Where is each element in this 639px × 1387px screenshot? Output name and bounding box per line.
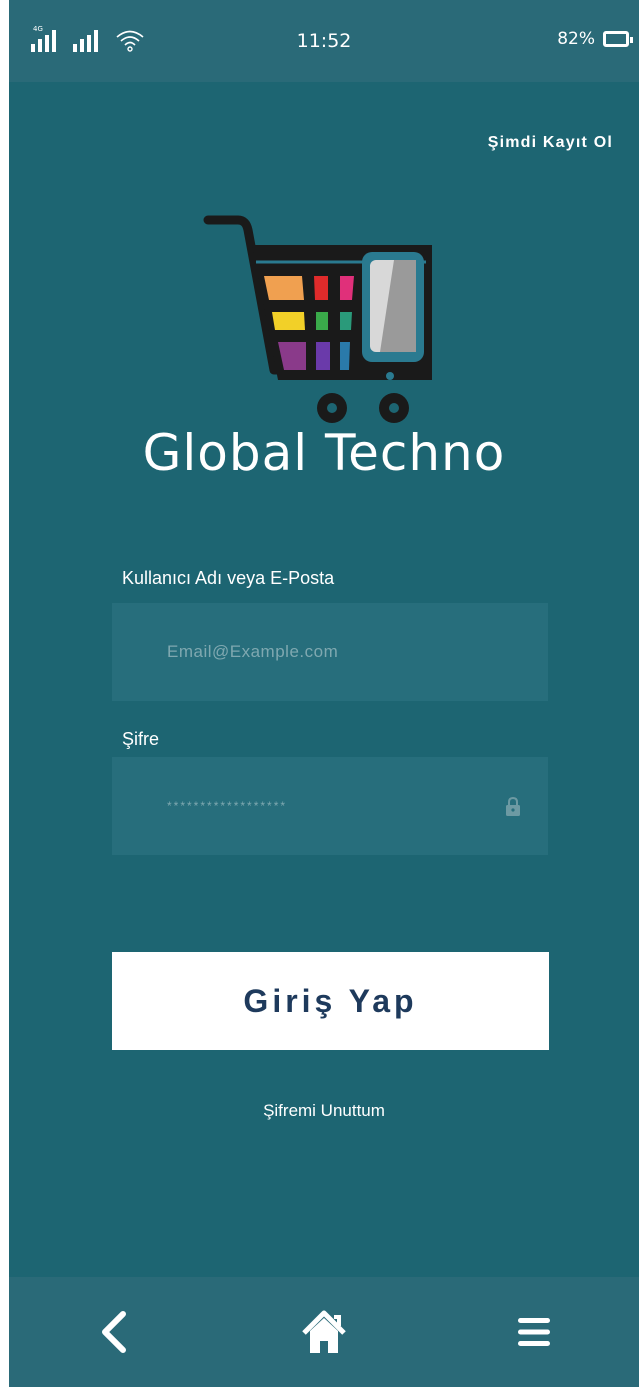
username-input[interactable] — [167, 642, 467, 662]
register-now-link[interactable]: Şimdi Kayıt Ol — [488, 134, 613, 152]
shopping-cart-logo-icon — [203, 215, 432, 423]
lock-icon — [506, 797, 520, 816]
back-button[interactable] — [84, 1302, 144, 1362]
status-time: 11:52 — [296, 30, 352, 52]
forgot-password-link[interactable]: Şifremi Unuttum — [9, 1101, 639, 1121]
password-field-container — [112, 757, 548, 855]
password-label: Şifre — [122, 729, 160, 749]
app-screen: 4G 11:52 82% Şimdi Kayıt Ol Global Techn… — [9, 0, 639, 1387]
username-label: Kullanıcı Adı veya E-Posta — [122, 568, 335, 588]
home-button[interactable] — [294, 1302, 354, 1362]
chevron-left-icon — [102, 1311, 126, 1353]
status-bar: 4G 11:52 82% — [9, 0, 639, 82]
battery-icon — [603, 31, 633, 47]
bottom-nav — [9, 1277, 639, 1387]
menu-icon — [518, 1318, 550, 1346]
password-input[interactable] — [167, 799, 467, 813]
battery-indicator: 82% — [557, 29, 633, 49]
home-icon — [302, 1310, 346, 1353]
brand-name: Global Techno — [142, 424, 506, 482]
menu-button[interactable] — [504, 1302, 564, 1362]
login-button[interactable]: Giriş Yap — [112, 952, 549, 1050]
username-field-container — [112, 603, 548, 701]
battery-percent: 82% — [557, 29, 595, 49]
